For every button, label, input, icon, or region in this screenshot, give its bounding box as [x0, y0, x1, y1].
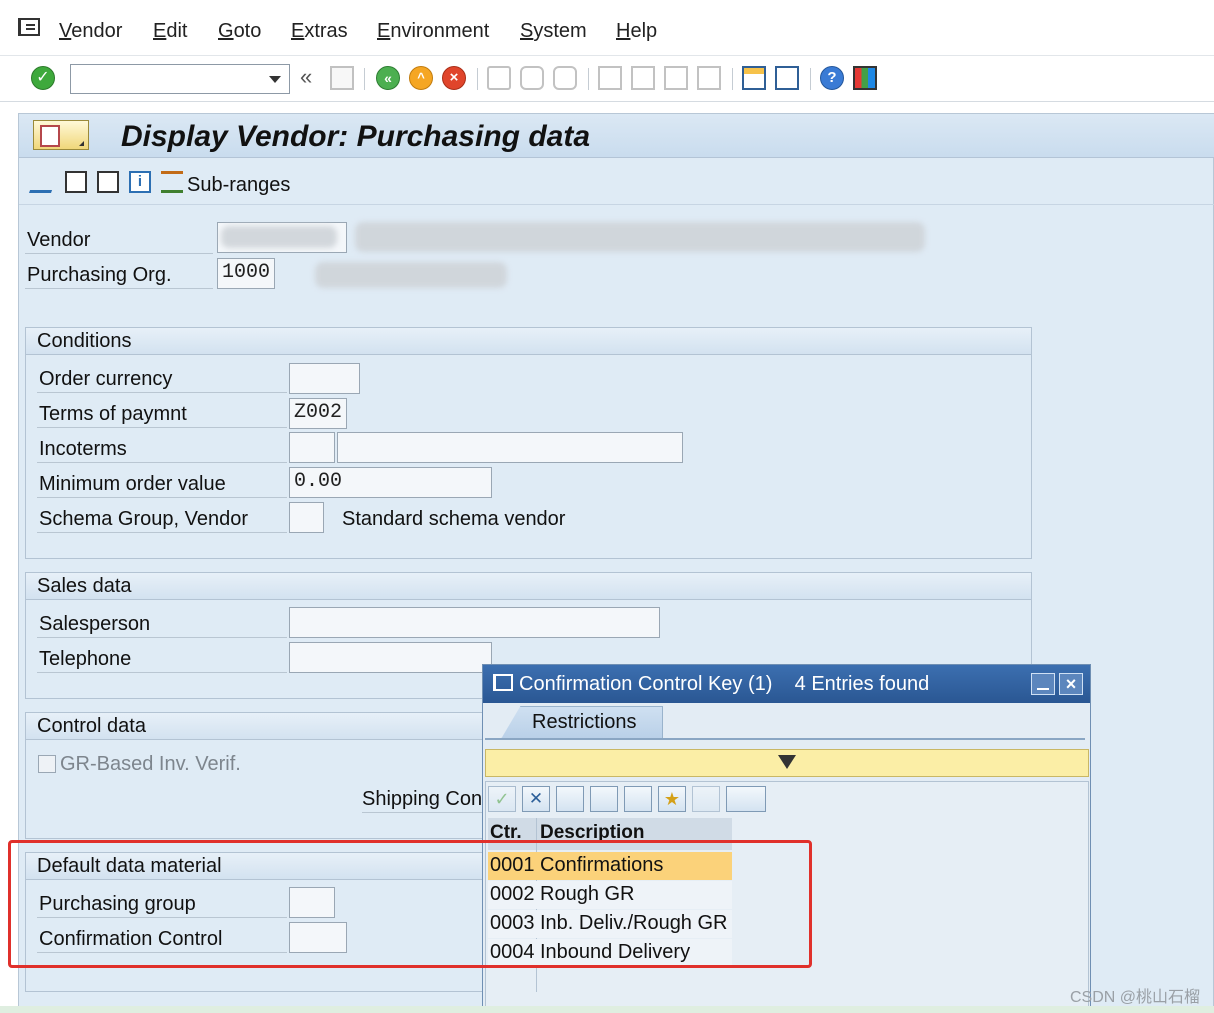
redacted-org-name — [315, 262, 507, 288]
find-icon[interactable] — [520, 66, 544, 90]
shortcut-icon[interactable] — [775, 66, 799, 90]
purchasing-group-label: Purchasing group — [39, 893, 196, 915]
popup-title: Confirmation Control Key (1) 4 Entries f… — [519, 673, 930, 695]
print-icon[interactable] — [487, 66, 511, 90]
gr-based-inv-verif-checkbox[interactable] — [38, 755, 56, 773]
schema-group-label: Schema Group, Vendor — [39, 508, 249, 530]
list-item[interactable]: 0002 Rough GR — [488, 881, 732, 909]
prev-page-icon[interactable] — [631, 66, 655, 90]
application-toolbar: i Sub-ranges — [19, 159, 1214, 205]
conditions-title: Conditions — [37, 330, 132, 352]
conditions-group: Conditions Order currency Terms of paymn… — [25, 327, 1032, 559]
column-header-description[interactable]: Description — [540, 822, 645, 844]
restrictions-toggle-bar[interactable] — [485, 749, 1089, 777]
minimize-icon[interactable] — [1031, 673, 1055, 695]
menu-extras[interactable]: Extras — [291, 20, 348, 43]
sales-data-title: Sales data — [37, 575, 132, 597]
help-icon[interactable]: ? — [820, 66, 844, 90]
subranges-button[interactable]: Sub-ranges — [187, 174, 290, 197]
find-next-icon[interactable] — [553, 66, 577, 90]
hierarchy-icon[interactable] — [161, 171, 183, 193]
shipping-conditions-label: Shipping Conc — [362, 788, 493, 810]
min-order-value-field[interactable]: 0.00 — [289, 467, 492, 498]
min-order-value-label: Minimum order value — [39, 473, 226, 495]
vendor-label: Vendor — [27, 229, 91, 251]
exit-icon[interactable]: ^ — [409, 66, 433, 90]
next-page-icon[interactable] — [664, 66, 688, 90]
command-field[interactable] — [70, 64, 290, 94]
schema-group-field[interactable] — [289, 502, 324, 533]
confirmation-control-label: Confirmation Control — [39, 928, 223, 950]
terms-of-payment-field[interactable]: Z002 — [289, 398, 347, 429]
menu-system[interactable]: System — [520, 20, 587, 43]
status-bar — [0, 1006, 1214, 1013]
menu-environment[interactable]: Environment — [377, 20, 489, 43]
title-bar: Display Vendor: Purchasing data — [19, 114, 1214, 158]
control-data-title: Control data — [37, 715, 146, 737]
order-currency-label: Order currency — [39, 368, 173, 390]
search-help-popup: Confirmation Control Key (1) 4 Entries f… — [482, 664, 1091, 1013]
filter-icon[interactable] — [778, 755, 796, 769]
menu-bar: Vendor Edit Goto Extras Environment Syst… — [0, 0, 1214, 56]
print-icon[interactable] — [726, 786, 766, 812]
previous-screen-icon[interactable] — [65, 171, 87, 193]
collapse-icon[interactable]: « — [300, 64, 324, 89]
telephone-field[interactable] — [289, 642, 492, 673]
find-next-icon[interactable] — [624, 786, 652, 812]
list-item[interactable]: 0004 Inbound Delivery — [488, 939, 732, 967]
incoterms-label: Incoterms — [39, 438, 127, 460]
telephone-label: Telephone — [39, 648, 132, 670]
salesperson-label: Salesperson — [39, 613, 151, 635]
purch-org-label: Purchasing Org. — [27, 264, 172, 286]
enter-icon[interactable]: ✓ — [31, 66, 55, 90]
purch-org-field[interactable]: 1000 — [217, 258, 275, 289]
column-header-key[interactable]: Ctr. — [490, 822, 522, 844]
cancel-icon[interactable]: × — [442, 66, 466, 90]
menu-edit[interactable]: Edit — [153, 20, 187, 43]
transaction-menu-icon[interactable] — [33, 120, 89, 150]
add-favorite-icon[interactable]: ★ — [658, 786, 686, 812]
purchasing-group-field[interactable] — [289, 887, 335, 918]
incoterms-field-2[interactable] — [337, 432, 683, 463]
new-list-icon[interactable] — [556, 786, 584, 812]
next-screen-icon[interactable] — [97, 171, 119, 193]
gr-based-inv-verif-label: GR-Based Inv. Verif. — [60, 753, 241, 775]
system-menu-icon[interactable] — [493, 674, 513, 691]
incoterms-field-1[interactable] — [289, 432, 335, 463]
close-icon[interactable]: × — [1059, 673, 1083, 695]
hit-list: ✓ ✕ ★ Ctr. Description 0001 Confirmation… — [485, 781, 1089, 1013]
save-icon[interactable] — [330, 66, 354, 90]
info-icon[interactable]: i — [129, 171, 151, 193]
order-currency-field[interactable] — [289, 363, 360, 394]
customize-layout-icon[interactable] — [853, 66, 877, 90]
redacted-vendor-number — [221, 226, 337, 248]
salesperson-field[interactable] — [289, 607, 660, 638]
default-data-material-title: Default data material — [37, 855, 222, 877]
watermark: CSDN @桃山石榴 — [1069, 989, 1200, 1006]
first-page-icon[interactable] — [598, 66, 622, 90]
create-session-icon[interactable] — [742, 66, 766, 90]
menu-vendor[interactable]: Vendor — [59, 20, 122, 43]
schema-group-text: Standard schema vendor — [342, 508, 566, 530]
standard-toolbar: ✓ « « ^ × ? — [0, 56, 1214, 102]
page-title: Display Vendor: Purchasing data — [121, 120, 590, 153]
find-icon[interactable] — [590, 786, 618, 812]
system-menu-icon[interactable] — [18, 18, 40, 36]
chevron-down-icon[interactable] — [269, 76, 281, 83]
info-icon[interactable] — [692, 786, 720, 812]
green-back-icon[interactable]: « — [376, 66, 400, 90]
display-change-icon[interactable] — [28, 171, 60, 193]
confirmation-control-field[interactable] — [289, 922, 347, 953]
tab-restrictions-label[interactable]: Restrictions — [532, 711, 636, 734]
last-page-icon[interactable] — [697, 66, 721, 90]
copy-icon[interactable]: ✓ — [488, 786, 516, 812]
redacted-vendor-name — [355, 222, 925, 252]
menu-help[interactable]: Help — [616, 20, 657, 43]
cancel-icon[interactable]: ✕ — [522, 786, 550, 812]
menu-goto[interactable]: Goto — [218, 20, 261, 43]
popup-title-bar: Confirmation Control Key (1) 4 Entries f… — [483, 665, 1090, 703]
list-item[interactable]: 0001 Confirmations — [488, 852, 732, 880]
terms-of-payment-label: Terms of paymnt — [39, 403, 187, 425]
list-item[interactable]: 0003 Inb. Deliv./Rough GR — [488, 910, 732, 938]
